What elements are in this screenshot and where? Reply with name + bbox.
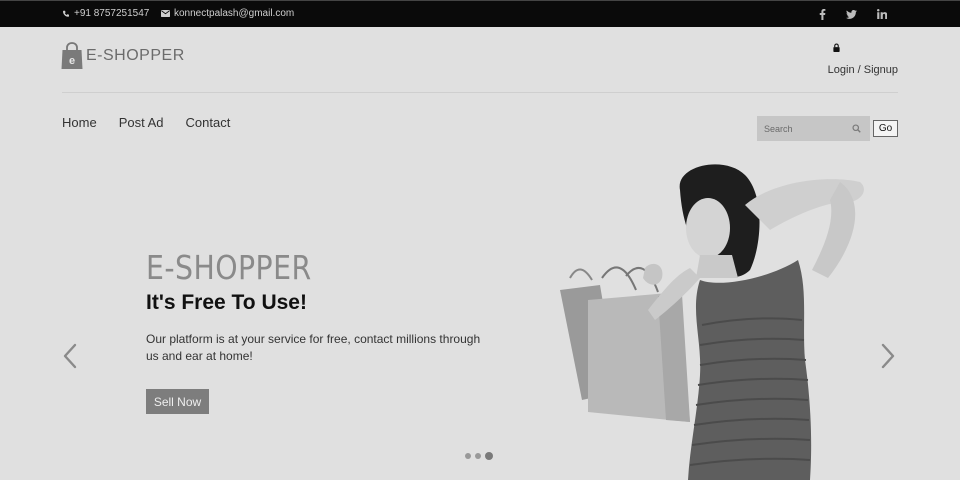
nav-item-home[interactable]: Home xyxy=(62,115,97,130)
twitter-icon[interactable] xyxy=(844,7,858,21)
shopping-bag-logo-icon: e xyxy=(61,42,83,69)
envelope-icon xyxy=(161,10,170,17)
phone-icon xyxy=(63,10,69,17)
facebook-icon[interactable] xyxy=(815,7,829,21)
phone-number: +91 8757251547 xyxy=(74,8,150,19)
carousel-next-button[interactable] xyxy=(878,342,898,370)
search-input[interactable] xyxy=(757,116,847,141)
search-box xyxy=(757,116,870,141)
hero-description: Our platform is at your service for free… xyxy=(146,332,481,363)
email-address: konnectpalash@gmail.com xyxy=(174,8,295,19)
header-divider xyxy=(62,92,898,93)
carousel-prev-button[interactable] xyxy=(60,342,80,370)
main-nav: Home Post Ad Contact xyxy=(62,115,230,130)
site-logo[interactable]: e E-SHOPPER xyxy=(61,42,185,70)
phone-contact: +91 8757251547 xyxy=(62,8,149,19)
email-contact: konnectpalash@gmail.com xyxy=(161,8,294,19)
logo-letter: e xyxy=(69,55,75,67)
hero-brand: E-SHOPPER xyxy=(146,248,312,287)
chevron-right-icon xyxy=(881,343,895,369)
lock-icon xyxy=(833,43,840,52)
carousel-dot-active[interactable] xyxy=(485,452,493,460)
carousel-indicators xyxy=(465,452,493,460)
nav-item-contact[interactable]: Contact xyxy=(186,115,231,130)
top-bar: +91 8757251547 konnectpalash@gmail.com xyxy=(0,0,960,27)
hero-title: It's Free To Use! xyxy=(146,291,307,314)
carousel-dot[interactable] xyxy=(465,453,471,459)
chevron-left-icon xyxy=(63,343,77,369)
carousel-dot[interactable] xyxy=(475,453,481,459)
linkedin-icon[interactable] xyxy=(875,7,889,21)
hero-woman-shopping-image xyxy=(560,164,864,480)
sell-now-button[interactable]: Sell Now xyxy=(146,389,209,414)
nav-item-post-ad[interactable]: Post Ad xyxy=(119,115,164,130)
go-button[interactable]: Go xyxy=(873,120,898,137)
login-signup-link[interactable]: Login / Signup xyxy=(828,64,898,76)
search-icon[interactable] xyxy=(852,124,861,133)
logo-text: E-SHOPPER xyxy=(86,47,185,64)
account-area: Login / Signup xyxy=(828,43,898,76)
